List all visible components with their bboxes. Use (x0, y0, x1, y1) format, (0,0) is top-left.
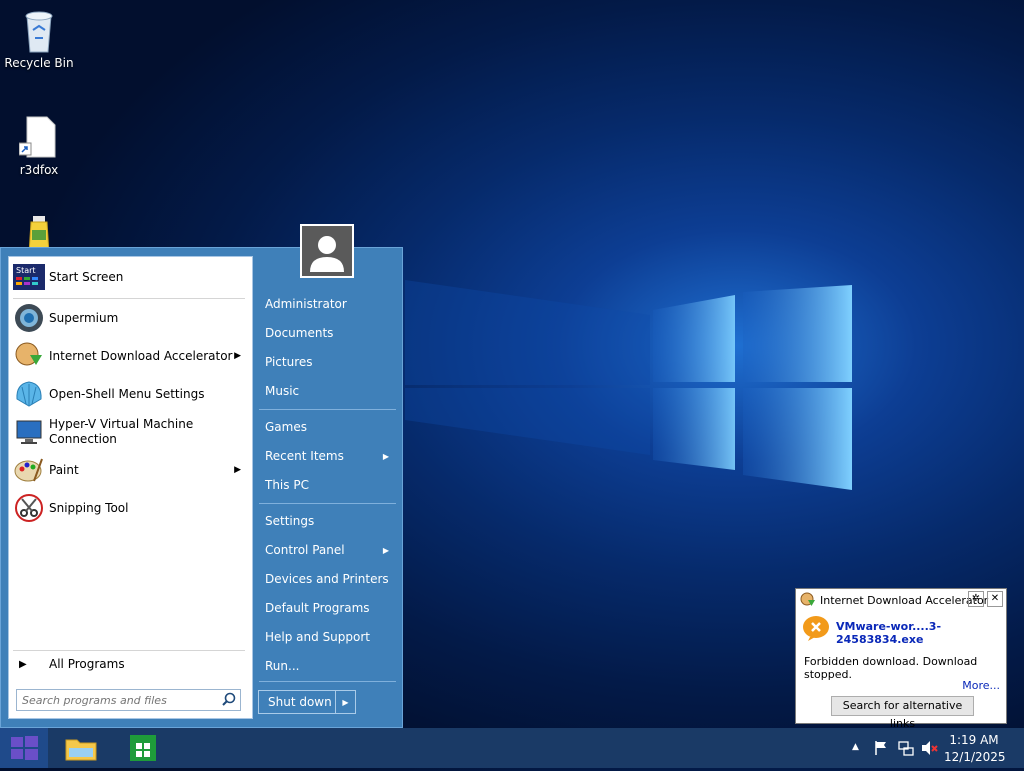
bottle-icon (19, 214, 59, 247)
item-label: Help and Support (265, 630, 370, 644)
close-icon[interactable]: ✕ (987, 591, 1003, 607)
item-label: Default Programs (265, 601, 370, 615)
program-label: Paint (49, 463, 79, 477)
program-start-screen[interactable]: Start Start Screen (13, 261, 245, 293)
all-programs-arrow-icon: ▶ (19, 658, 27, 670)
download-notification: Internet Download Accelerator ✲ ✕ VMware… (795, 588, 1007, 730)
clock-time: 1:19 AM (949, 733, 999, 747)
ida-icon (13, 340, 45, 372)
settings-gear-icon[interactable]: ✲ (968, 591, 984, 607)
start-button[interactable] (0, 728, 48, 768)
notification-title: Internet Download Accelerator (820, 594, 989, 607)
start-item-default-programs[interactable]: Default Programs (265, 601, 393, 615)
program-paint[interactable]: Paint ▶ (13, 454, 245, 486)
program-internet-download-accelerator[interactable]: Internet Download Accelerator ▶ (13, 340, 245, 372)
search-input[interactable] (17, 692, 219, 708)
search-alternative-links-button[interactable]: Search for alternative links (831, 696, 974, 730)
program-hyper-v[interactable]: Hyper-V Virtual Machine Connection (13, 416, 245, 448)
program-open-shell-settings[interactable]: Open-Shell Menu Settings (13, 378, 245, 410)
item-label: Control Panel (265, 543, 345, 557)
program-label: Internet Download Accelerator (49, 349, 233, 363)
item-label: Run... (265, 659, 300, 673)
separator (13, 650, 245, 651)
shutdown-options-arrow-icon[interactable]: ▶ (334, 691, 355, 713)
item-label: Games (265, 420, 307, 434)
notification-message: Forbidden download. Download stopped. (804, 655, 978, 681)
start-screen-icon: Start (13, 261, 45, 293)
windows-logo-wallpaper (405, 270, 855, 500)
start-item-help-support[interactable]: Help and Support (265, 630, 393, 644)
separator (259, 503, 396, 504)
item-label: Settings (265, 514, 315, 528)
supermium-icon (13, 302, 45, 334)
paint-icon (13, 454, 45, 486)
item-label: Documents (265, 326, 334, 340)
start-item-music[interactable]: Music (265, 384, 393, 398)
monitor-icon (13, 416, 45, 448)
item-label: Music (265, 384, 300, 398)
network-icon[interactable] (898, 740, 914, 759)
all-programs-button[interactable]: ▶ All Programs (13, 655, 245, 673)
program-label: Open-Shell Menu Settings (49, 387, 205, 401)
shutdown-label: Shut down (268, 695, 332, 709)
program-label: Snipping Tool (49, 501, 129, 515)
recycle-bin-icon (19, 8, 59, 53)
file-explorer-icon[interactable] (64, 732, 98, 764)
desktop-icon-label: Recycle Bin (4, 56, 74, 70)
item-label: Recent Items (265, 449, 344, 463)
desktop-icon-recycle-bin[interactable]: Recycle Bin (1, 8, 77, 70)
desktop-icon-label: r3dfox (19, 163, 59, 177)
separator (259, 681, 396, 682)
user-avatar[interactable] (300, 224, 354, 278)
submenu-arrow-icon: ▶ (382, 546, 389, 555)
item-label: This PC (265, 478, 309, 492)
desktop-icon-bottle[interactable] (1, 214, 77, 247)
shutdown-button[interactable]: Shut down ▶ (258, 690, 356, 714)
program-supermium[interactable]: Supermium (13, 302, 245, 334)
scissors-icon (13, 492, 45, 524)
start-item-games[interactable]: Games (265, 420, 393, 434)
action-center-flag-icon[interactable] (874, 740, 888, 759)
desktop-icon-r3dfox[interactable]: r3dfox (1, 115, 77, 177)
submenu-arrow-icon: ▶ (234, 351, 241, 361)
show-hidden-icons-icon[interactable]: ▲ (852, 742, 859, 752)
shell-icon (13, 378, 45, 410)
program-snipping-tool[interactable]: Snipping Tool (13, 492, 245, 524)
system-clock[interactable]: 1:19 AM 12/1/2025 (944, 732, 1006, 766)
error-icon (802, 615, 830, 644)
start-item-run[interactable]: Run... (265, 659, 393, 673)
start-item-devices-printers[interactable]: Devices and Printers (265, 572, 393, 586)
item-label: Administrator (265, 297, 347, 311)
volume-muted-icon[interactable] (921, 740, 939, 759)
all-programs-label: All Programs (49, 657, 125, 671)
start-item-administrator[interactable]: Administrator (265, 297, 393, 311)
shortcut-file-icon (18, 115, 59, 159)
submenu-arrow-icon: ▶ (234, 465, 241, 475)
search-box[interactable] (16, 689, 241, 711)
submenu-arrow-icon: ▶ (382, 452, 389, 461)
store-icon[interactable] (126, 732, 160, 764)
item-label: Pictures (265, 355, 313, 369)
program-label: Hyper-V Virtual Machine Connection (49, 417, 194, 446)
start-item-settings[interactable]: Settings (265, 514, 393, 528)
program-label: Supermium (49, 311, 119, 325)
start-item-pictures[interactable]: Pictures (265, 355, 393, 369)
separator (259, 409, 396, 410)
program-label: Start Screen (49, 270, 124, 284)
start-item-documents[interactable]: Documents (265, 326, 393, 340)
ida-small-icon (800, 592, 816, 611)
start-item-control-panel[interactable]: Control Panel ▶ (265, 543, 393, 557)
more-link[interactable]: More... (962, 679, 1000, 692)
start-item-this-pc[interactable]: This PC (265, 478, 393, 492)
separator (13, 298, 245, 299)
start-menu-programs-pane: Start Start Screen Supermium Internet Do… (8, 256, 253, 719)
download-file-name[interactable]: VMware-wor....3-24583834.exe (836, 620, 1006, 646)
search-icon[interactable] (222, 692, 236, 709)
start-item-recent-items[interactable]: Recent Items ▶ (265, 449, 393, 463)
item-label: Devices and Printers (265, 572, 389, 586)
clock-date: 12/1/2025 (944, 750, 1006, 764)
svg-text:Start: Start (16, 266, 36, 275)
taskbar: ▲ 1:19 AM 12/1/2025 (0, 728, 1024, 768)
